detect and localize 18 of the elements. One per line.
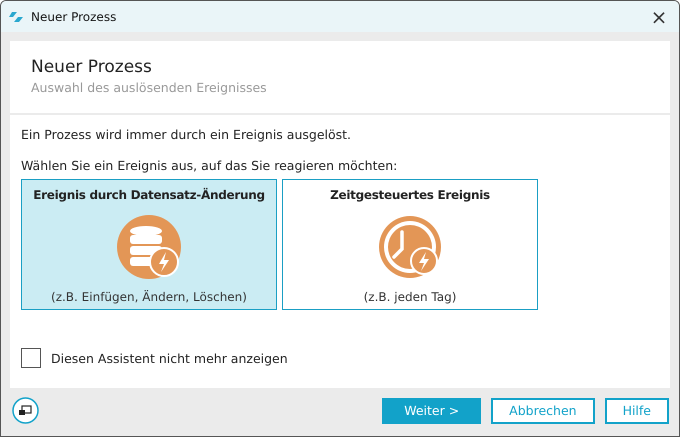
option-title: Ereignis durch Datensatz-Änderung [33, 188, 265, 202]
window-title: Neuer Prozess [31, 10, 118, 24]
event-option-card[interactable]: Ereignis durch Datensatz-Änderung (z.B. Einfügen, Ändern, Löschen) [21, 179, 277, 310]
screen-icon[interactable] [12, 397, 39, 424]
close-button[interactable]: × [639, 4, 679, 28]
option-title: Zeitgesteuertes Ereignis [330, 188, 490, 202]
app-logo-icon [9, 10, 23, 24]
prompt-text: Wählen Sie ein Ereignis aus, auf das Sie reagieren möchten: [21, 158, 398, 173]
option-example: (z.B. Einfügen, Ändern, Löschen) [51, 290, 247, 304]
checkbox[interactable] [21, 348, 41, 368]
event-option-card[interactable]: Zeitgesteuertes Ereignis (z.B. jeden Tag) [282, 179, 538, 310]
intro-text: Ein Prozess wird immer durch ein Ereignis ausgelöst. [21, 127, 352, 142]
option-example: (z.B. jeden Tag) [364, 290, 456, 304]
checkbox-label[interactable]: Diesen Assistent nicht mehr anzeigen [51, 350, 288, 366]
dialog-subtitle: Auswahl des auslösenden Ereignisses [31, 80, 268, 95]
dialog-title: Neuer Prozess [31, 57, 153, 77]
database-lightning-icon [116, 214, 182, 280]
clock-lightning-icon [377, 214, 443, 280]
